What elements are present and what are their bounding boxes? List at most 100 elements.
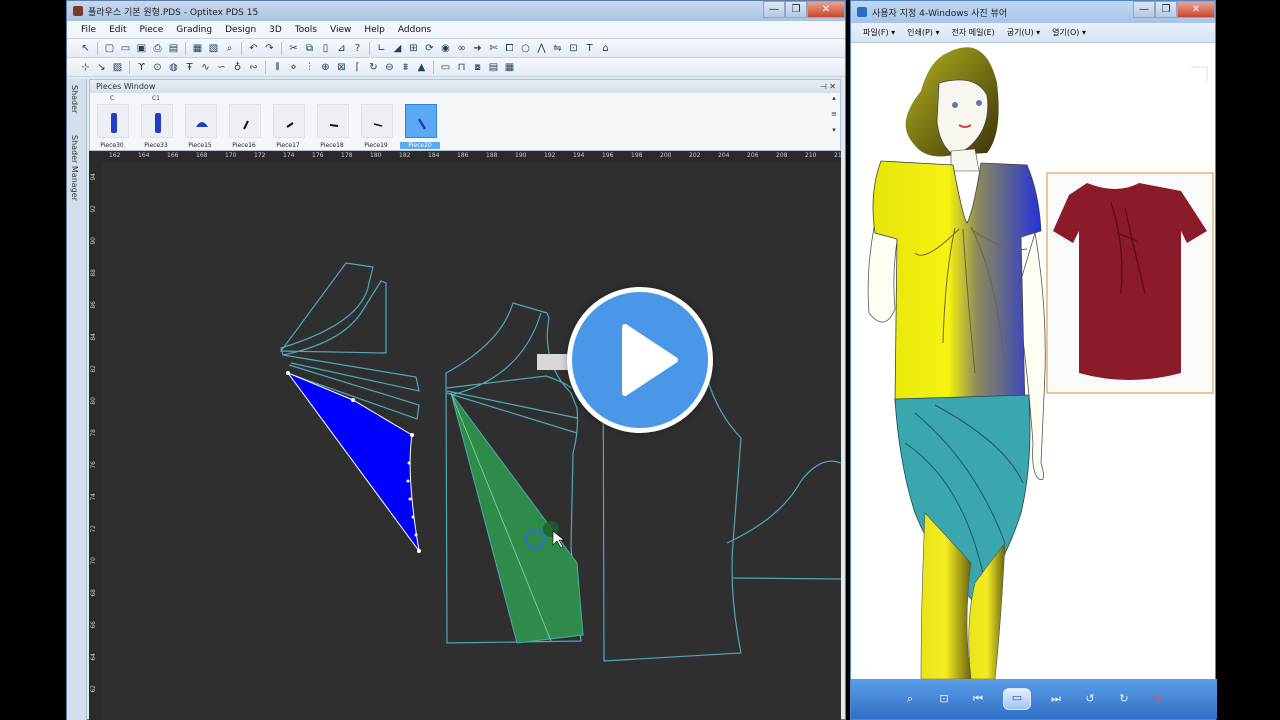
viewer-maximize-button[interactable]: ❐	[1155, 1, 1177, 18]
viewer-close-button[interactable]: ✕	[1177, 1, 1215, 18]
move-point-icon[interactable]: ⊹	[79, 61, 92, 74]
target-icon[interactable]: ⊙	[151, 61, 164, 74]
text-icon[interactable]: T	[583, 42, 596, 55]
piece-thumbnail[interactable]: Piece16	[228, 95, 272, 151]
new-file-icon[interactable]: ▢	[103, 42, 116, 55]
viewer-minimize-button[interactable]: —	[1133, 1, 1155, 18]
circle-icon[interactable]: ○	[519, 42, 532, 55]
delete-icon[interactable]: ✕	[1149, 690, 1167, 708]
undo-icon[interactable]: ↶	[247, 42, 260, 55]
piece-thumbnail[interactable]: C Piece30	[96, 95, 140, 151]
video-play-button[interactable]	[567, 287, 713, 433]
pattern-canvas[interactable]	[101, 163, 841, 720]
viewer-menu-burn[interactable]: 굽기(U) ▾	[1007, 27, 1040, 38]
arrow-icon[interactable]: ➜	[471, 42, 484, 55]
piece-thumbnail[interactable]: Piece18	[316, 95, 360, 151]
import-icon[interactable]: ▧	[207, 42, 220, 55]
font-icon[interactable]: Ŧ	[183, 61, 196, 74]
pleat-icon[interactable]: ⫶	[303, 61, 316, 74]
pin-icon[interactable]: ♁	[231, 61, 244, 74]
redo-icon[interactable]: ↷	[263, 42, 276, 55]
menu-tools[interactable]: Tools	[295, 25, 317, 35]
minimize-button[interactable]: —	[763, 1, 785, 18]
close-button[interactable]: ✕	[807, 1, 845, 18]
viewer-titlebar[interactable]: 사용자 지정 4-Windows 사진 뷰어 — ❐ ✕	[851, 1, 1215, 23]
triangle-icon[interactable]: ▲	[415, 61, 428, 74]
copy-icon[interactable]: ⧉	[303, 42, 316, 55]
split-icon[interactable]: ⊠	[335, 61, 348, 74]
lock-icon[interactable]: ⊡	[567, 42, 580, 55]
grid-icon[interactable]: ⊞	[407, 42, 420, 55]
table-icon[interactable]: ▦	[503, 61, 516, 74]
pointer-tool-icon[interactable]: ↖	[79, 42, 92, 55]
menu-addons[interactable]: Addons	[398, 25, 431, 35]
measure-icon[interactable]: ⊿	[335, 42, 348, 55]
plot-icon[interactable]: ▤	[167, 42, 180, 55]
menu-design[interactable]: Design	[225, 25, 256, 35]
menu-file[interactable]: File	[81, 25, 96, 35]
curve-icon[interactable]: ∾	[247, 61, 260, 74]
globe-icon[interactable]: ◍	[167, 61, 180, 74]
add-point-icon[interactable]: ⊕	[319, 61, 332, 74]
zoom-icon[interactable]: ⌕	[223, 42, 236, 55]
tab-shader-manager[interactable]: Shader Manager	[70, 135, 79, 201]
menu-3d[interactable]: 3D	[269, 25, 282, 35]
print-icon[interactable]: ⎙	[151, 42, 164, 55]
scissor-icon[interactable]: ✄	[487, 42, 500, 55]
pds-titlebar[interactable]: 폴라우스 기본 원형.PDS - Optitex PDS 15 — ❐ ✕	[67, 1, 845, 21]
viewer-menu-email[interactable]: 전자 메일(E)	[951, 27, 994, 38]
marker-icon[interactable]: ⌂	[599, 42, 612, 55]
grade-rule-icon[interactable]: ⩩	[399, 61, 412, 74]
slideshow-button[interactable]: ▭	[1003, 688, 1031, 710]
menu-help[interactable]: Help	[364, 25, 385, 35]
image-icon[interactable]: ▨	[111, 61, 124, 74]
camera-icon[interactable]: ⧇	[471, 61, 484, 74]
wave-icon[interactable]: ∿	[199, 61, 212, 74]
viewer-menu-file[interactable]: 파일(F) ▾	[863, 27, 895, 38]
piece-thumbnail[interactable]: C1 Piece33	[140, 95, 184, 151]
pieces-scrollbar[interactable]: ▴ ≡ ▾	[830, 94, 838, 149]
viewer-menu-print[interactable]: 인쇄(P) ▾	[907, 27, 939, 38]
loop-icon[interactable]: ∽	[215, 61, 228, 74]
cursor-icon[interactable]: ↘	[95, 61, 108, 74]
pin-close-icon[interactable]: ⊣ ✕	[820, 82, 836, 91]
paste-icon[interactable]: ▯	[319, 42, 332, 55]
zoom-icon[interactable]: ⌕	[901, 690, 919, 708]
report-icon[interactable]: ▤	[487, 61, 500, 74]
link-icon[interactable]: ∞	[455, 42, 468, 55]
menu-edit[interactable]: Edit	[109, 25, 126, 35]
cut-icon[interactable]: ✂	[287, 42, 300, 55]
piece-thumbnail[interactable]: Piece15	[184, 95, 228, 151]
brush-icon[interactable]: ϒ	[135, 61, 148, 74]
previous-icon[interactable]: ⏮	[969, 690, 987, 708]
help-icon[interactable]: ?	[351, 42, 364, 55]
actual-size-icon[interactable]: ⊡	[935, 690, 953, 708]
maximize-button[interactable]: ❐	[785, 1, 807, 18]
sew-icon[interactable]: ⊓	[455, 61, 468, 74]
notch-icon[interactable]: ⋀	[535, 42, 548, 55]
piece-thumbnail[interactable]: Piece19	[360, 95, 404, 151]
seam-icon[interactable]: ⫴	[271, 61, 284, 74]
piece-thumbnail[interactable]: Piece20	[400, 95, 448, 151]
dart-icon[interactable]: ⋄	[287, 61, 300, 74]
menu-grading[interactable]: Grading	[176, 25, 212, 35]
open-folder-icon[interactable]: ▭	[119, 42, 132, 55]
angle-icon[interactable]: ∟	[375, 42, 388, 55]
menu-view[interactable]: View	[330, 25, 351, 35]
grade-icon[interactable]: ◢	[391, 42, 404, 55]
rotate-piece-icon[interactable]: ↻	[367, 61, 380, 74]
save-icon[interactable]: ▣	[135, 42, 148, 55]
shrink-icon[interactable]: ⊖	[383, 61, 396, 74]
menu-piece[interactable]: Piece	[140, 25, 164, 35]
copy-piece-icon[interactable]: ⧠	[503, 42, 516, 55]
eye-icon[interactable]: ◉	[439, 42, 452, 55]
mirror-icon[interactable]: ⇋	[551, 42, 564, 55]
viewer-menu-open[interactable]: 열기(O) ▾	[1052, 27, 1086, 38]
next-icon[interactable]: ⏭	[1047, 690, 1065, 708]
tab-shader[interactable]: Shader	[70, 85, 79, 113]
rotate-icon[interactable]: ⟳	[423, 42, 436, 55]
layer-icon[interactable]: ▭	[439, 61, 452, 74]
rotate-left-icon[interactable]: ↺	[1081, 690, 1099, 708]
piece-thumbnail[interactable]: Piece17	[272, 95, 316, 151]
export-icon[interactable]: ▦	[191, 42, 204, 55]
